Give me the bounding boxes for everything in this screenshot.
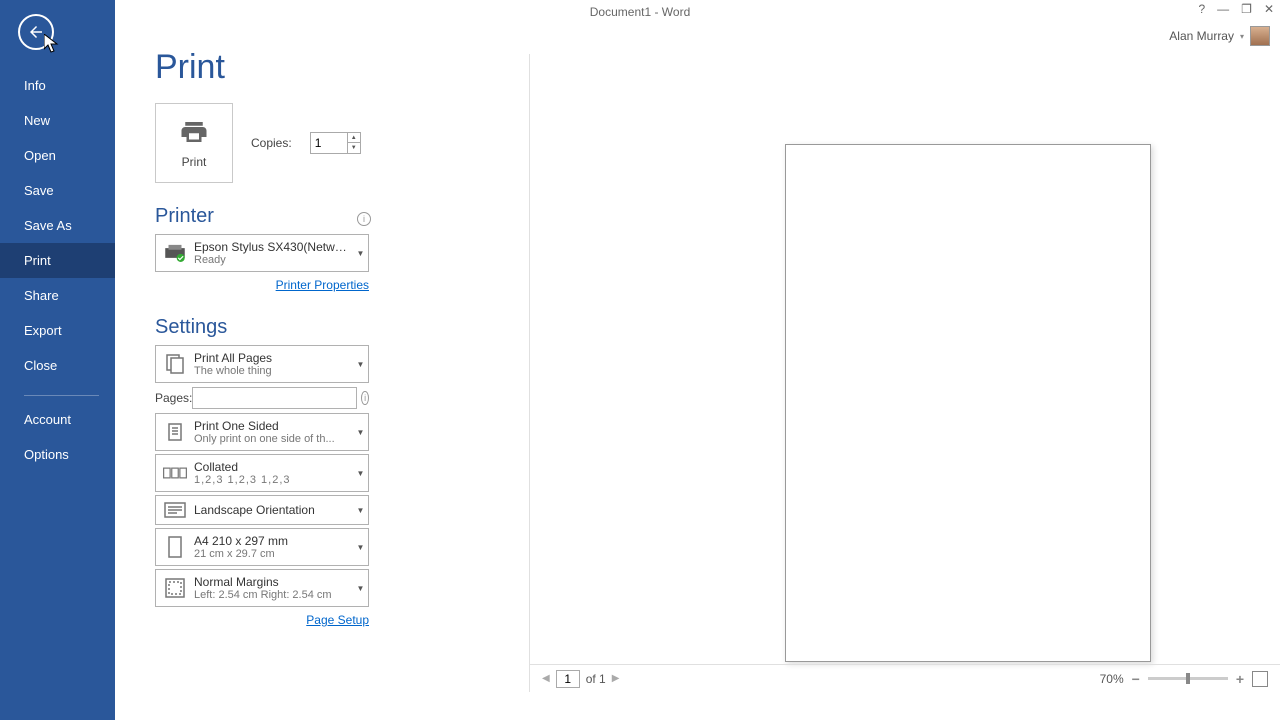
print-what-line1: Print All Pages xyxy=(194,351,348,365)
main-panel: Print Print Copies: ▲ ▼ Printer i Epson … xyxy=(115,0,1280,692)
sides-line2: Only print on one side of th... xyxy=(194,433,348,445)
nav-share[interactable]: Share xyxy=(0,278,115,313)
margins-line2: Left: 2.54 cm Right: 2.54 cm xyxy=(194,589,348,601)
zoom-in-icon[interactable]: + xyxy=(1236,671,1244,687)
print-button[interactable]: Print xyxy=(155,103,233,183)
collate-selector[interactable]: Collated 1,2,3 1,2,3 1,2,3 ▼ xyxy=(155,454,369,492)
paper-size-icon xyxy=(166,535,184,559)
nav-separator xyxy=(24,395,99,396)
nav-options[interactable]: Options xyxy=(0,437,115,472)
next-page-icon[interactable]: ▶ xyxy=(612,673,620,684)
copies-stepper[interactable]: ▲ ▼ xyxy=(310,132,361,154)
copies-input[interactable] xyxy=(311,133,347,153)
chevron-down-icon: ▼ xyxy=(352,543,368,552)
print-button-label: Print xyxy=(182,155,207,169)
print-preview-area xyxy=(530,54,1280,692)
zoom-thumb[interactable] xyxy=(1186,673,1190,684)
printer-name: Epson Stylus SX430(Network) xyxy=(194,240,348,254)
printer-selector[interactable]: Epson Stylus SX430(Network) Ready ▼ xyxy=(155,234,369,272)
prev-page-icon[interactable]: ◀ xyxy=(542,673,550,684)
collate-icon xyxy=(162,463,188,483)
landscape-icon xyxy=(163,501,187,519)
printer-properties-link[interactable]: Printer Properties xyxy=(276,278,369,292)
paper-line1: A4 210 x 297 mm xyxy=(194,534,348,548)
chevron-down-icon: ▼ xyxy=(352,428,368,437)
nav-print[interactable]: Print xyxy=(0,243,115,278)
collate-line1: Collated xyxy=(194,460,348,474)
copies-label: Copies: xyxy=(251,136,292,150)
copies-up-icon[interactable]: ▲ xyxy=(348,133,360,143)
chevron-down-icon: ▼ xyxy=(352,469,368,478)
printer-info-icon[interactable]: i xyxy=(357,212,371,226)
paper-line2: 21 cm x 29.7 cm xyxy=(194,548,348,560)
paper-selector[interactable]: A4 210 x 297 mm 21 cm x 29.7 cm ▼ xyxy=(155,528,369,566)
chevron-down-icon: ▼ xyxy=(352,584,368,593)
page-setup-link[interactable]: Page Setup xyxy=(306,613,369,627)
printer-status-icon xyxy=(162,242,188,264)
margins-icon xyxy=(163,576,187,600)
zoom-value: 70% xyxy=(1100,672,1124,686)
zoom-out-icon[interactable]: − xyxy=(1132,671,1140,687)
orientation-selector[interactable]: Landscape Orientation ▼ xyxy=(155,495,369,525)
nav-close[interactable]: Close xyxy=(0,348,115,383)
nav-export[interactable]: Export xyxy=(0,313,115,348)
one-sided-icon xyxy=(163,420,187,444)
orientation-line1: Landscape Orientation xyxy=(194,503,348,517)
pages-info-icon[interactable]: i xyxy=(361,391,369,405)
page-total: of 1 xyxy=(586,672,606,686)
pages-icon xyxy=(163,352,187,376)
sides-line1: Print One Sided xyxy=(194,419,348,433)
print-what-selector[interactable]: Print All Pages The whole thing ▼ xyxy=(155,345,369,383)
printer-icon xyxy=(177,117,211,147)
page-preview xyxy=(785,144,1151,662)
nav-save[interactable]: Save xyxy=(0,173,115,208)
nav-account[interactable]: Account xyxy=(0,402,115,437)
back-arrow-icon xyxy=(27,23,45,41)
copies-down-icon[interactable]: ▼ xyxy=(348,143,360,153)
margins-selector[interactable]: Normal Margins Left: 2.54 cm Right: 2.54… xyxy=(155,569,369,607)
nav-open[interactable]: Open xyxy=(0,138,115,173)
chevron-down-icon: ▼ xyxy=(352,249,368,258)
nav-new[interactable]: New xyxy=(0,103,115,138)
zoom-slider[interactable] xyxy=(1148,677,1228,680)
pages-input[interactable] xyxy=(192,387,357,409)
printer-status: Ready xyxy=(194,254,348,266)
nav-save-as[interactable]: Save As xyxy=(0,208,115,243)
back-button[interactable] xyxy=(18,14,54,50)
pages-label: Pages: xyxy=(155,391,192,405)
margins-line1: Normal Margins xyxy=(194,575,348,589)
fit-to-window-icon[interactable] xyxy=(1252,671,1268,687)
print-what-line2: The whole thing xyxy=(194,365,348,377)
chevron-down-icon: ▼ xyxy=(352,360,368,369)
preview-statusbar: ◀ of 1 ▶ 70% − + xyxy=(530,664,1280,692)
nav-info[interactable]: Info xyxy=(0,68,115,103)
backstage-sidebar: Info New Open Save Save As Print Share E… xyxy=(0,0,115,720)
page-number-input[interactable] xyxy=(556,670,580,688)
sides-selector[interactable]: Print One Sided Only print on one side o… xyxy=(155,413,369,451)
chevron-down-icon: ▼ xyxy=(352,506,368,515)
collate-line2: 1,2,3 1,2,3 1,2,3 xyxy=(194,474,348,486)
